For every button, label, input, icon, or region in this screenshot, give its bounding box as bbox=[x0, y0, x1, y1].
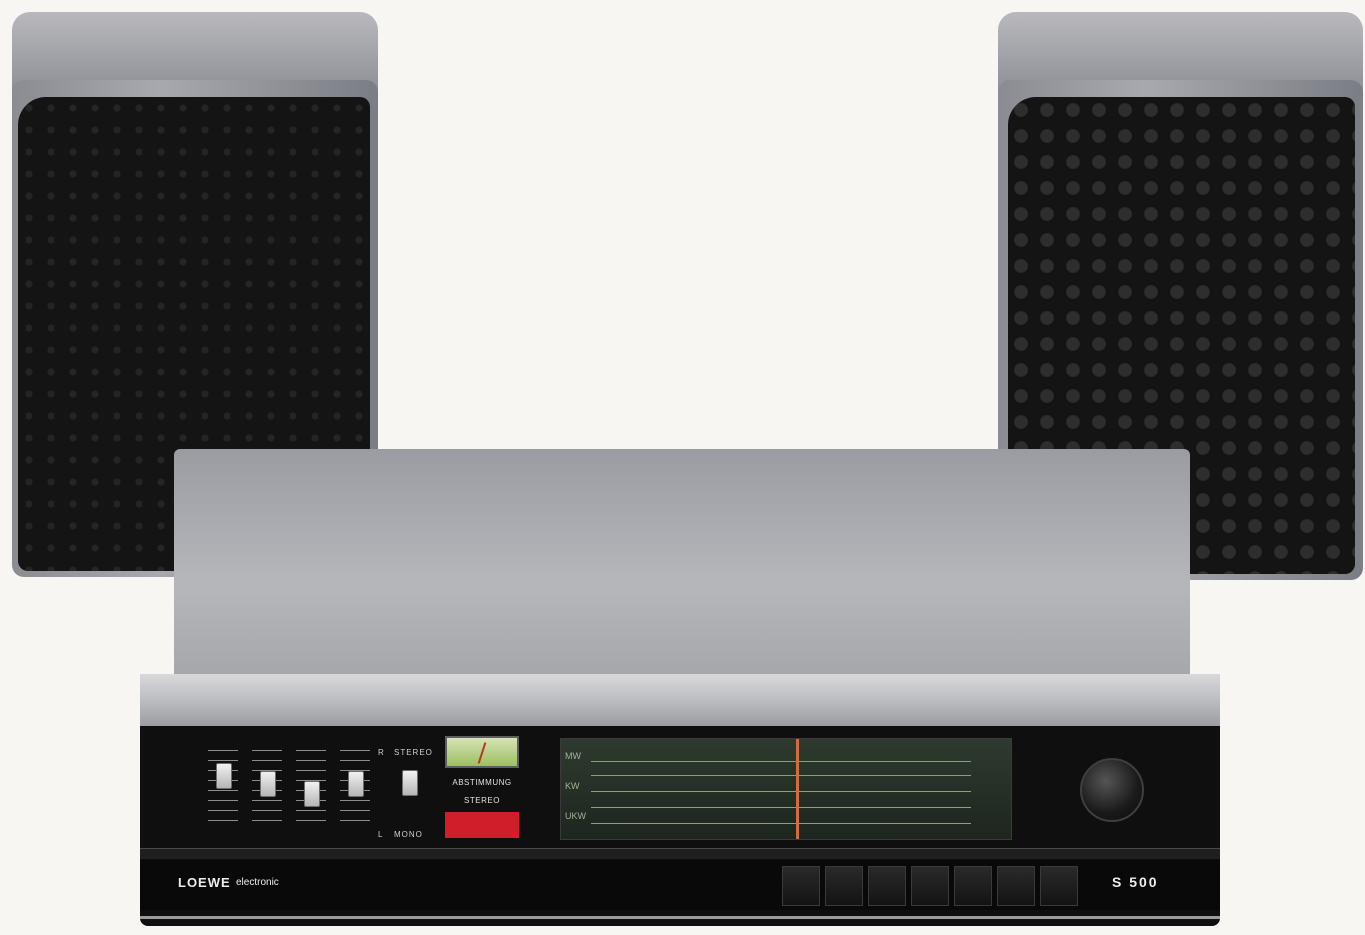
receiver-lid bbox=[174, 449, 1190, 674]
dial-scale-line bbox=[591, 823, 971, 824]
dial-band-kw: KW bbox=[565, 781, 580, 791]
tuning-meter bbox=[445, 736, 519, 768]
stereo-indicator-label: STEREO bbox=[464, 796, 500, 805]
tone-sliders bbox=[208, 741, 370, 821]
push-button[interactable] bbox=[997, 866, 1035, 906]
bottom-trim bbox=[140, 916, 1220, 919]
stereo-receiver: R STEREO L MONO ABSTIMMUNG STEREO MW KW … bbox=[140, 449, 1220, 929]
push-button[interactable] bbox=[954, 866, 992, 906]
dial-band-ukw: UKW bbox=[565, 811, 586, 821]
push-button[interactable] bbox=[868, 866, 906, 906]
tuning-dial: MW KW UKW bbox=[560, 738, 1012, 840]
tuning-meter-needle bbox=[477, 742, 487, 764]
brand-logo: LOEWE bbox=[178, 875, 231, 890]
receiver-front-panel: R STEREO L MONO ABSTIMMUNG STEREO MW KW … bbox=[140, 726, 1220, 926]
push-button[interactable] bbox=[782, 866, 820, 906]
volume-slider[interactable] bbox=[216, 763, 232, 789]
dial-scale-line bbox=[591, 807, 971, 808]
push-button[interactable] bbox=[1040, 866, 1078, 906]
push-button[interactable] bbox=[825, 866, 863, 906]
tuning-knob[interactable] bbox=[1080, 758, 1144, 822]
dial-scale-line bbox=[591, 775, 971, 776]
brand-subtitle: electronic bbox=[236, 877, 279, 888]
dial-pointer bbox=[796, 739, 799, 839]
r-label: R bbox=[378, 748, 385, 757]
model-label: S 500 bbox=[1112, 874, 1159, 890]
treble-slider[interactable] bbox=[304, 781, 320, 807]
stereo-indicator-light bbox=[445, 812, 519, 838]
abstimmung-label: ABSTIMMUNG bbox=[452, 778, 512, 787]
stereo-mono-switch[interactable] bbox=[402, 770, 418, 796]
dial-band-mw: MW bbox=[565, 751, 581, 761]
receiver-brushed-trim bbox=[140, 674, 1220, 726]
push-button[interactable] bbox=[911, 866, 949, 906]
dial-scale-line bbox=[591, 791, 971, 792]
l-label: L bbox=[378, 830, 384, 839]
stereo-switch-label: STEREO bbox=[394, 748, 433, 757]
mono-switch-label: MONO bbox=[394, 830, 423, 839]
dial-scale-line bbox=[591, 761, 971, 762]
bass-slider[interactable] bbox=[260, 771, 276, 797]
balance-slider[interactable] bbox=[348, 771, 364, 797]
label-strip bbox=[140, 848, 1220, 859]
